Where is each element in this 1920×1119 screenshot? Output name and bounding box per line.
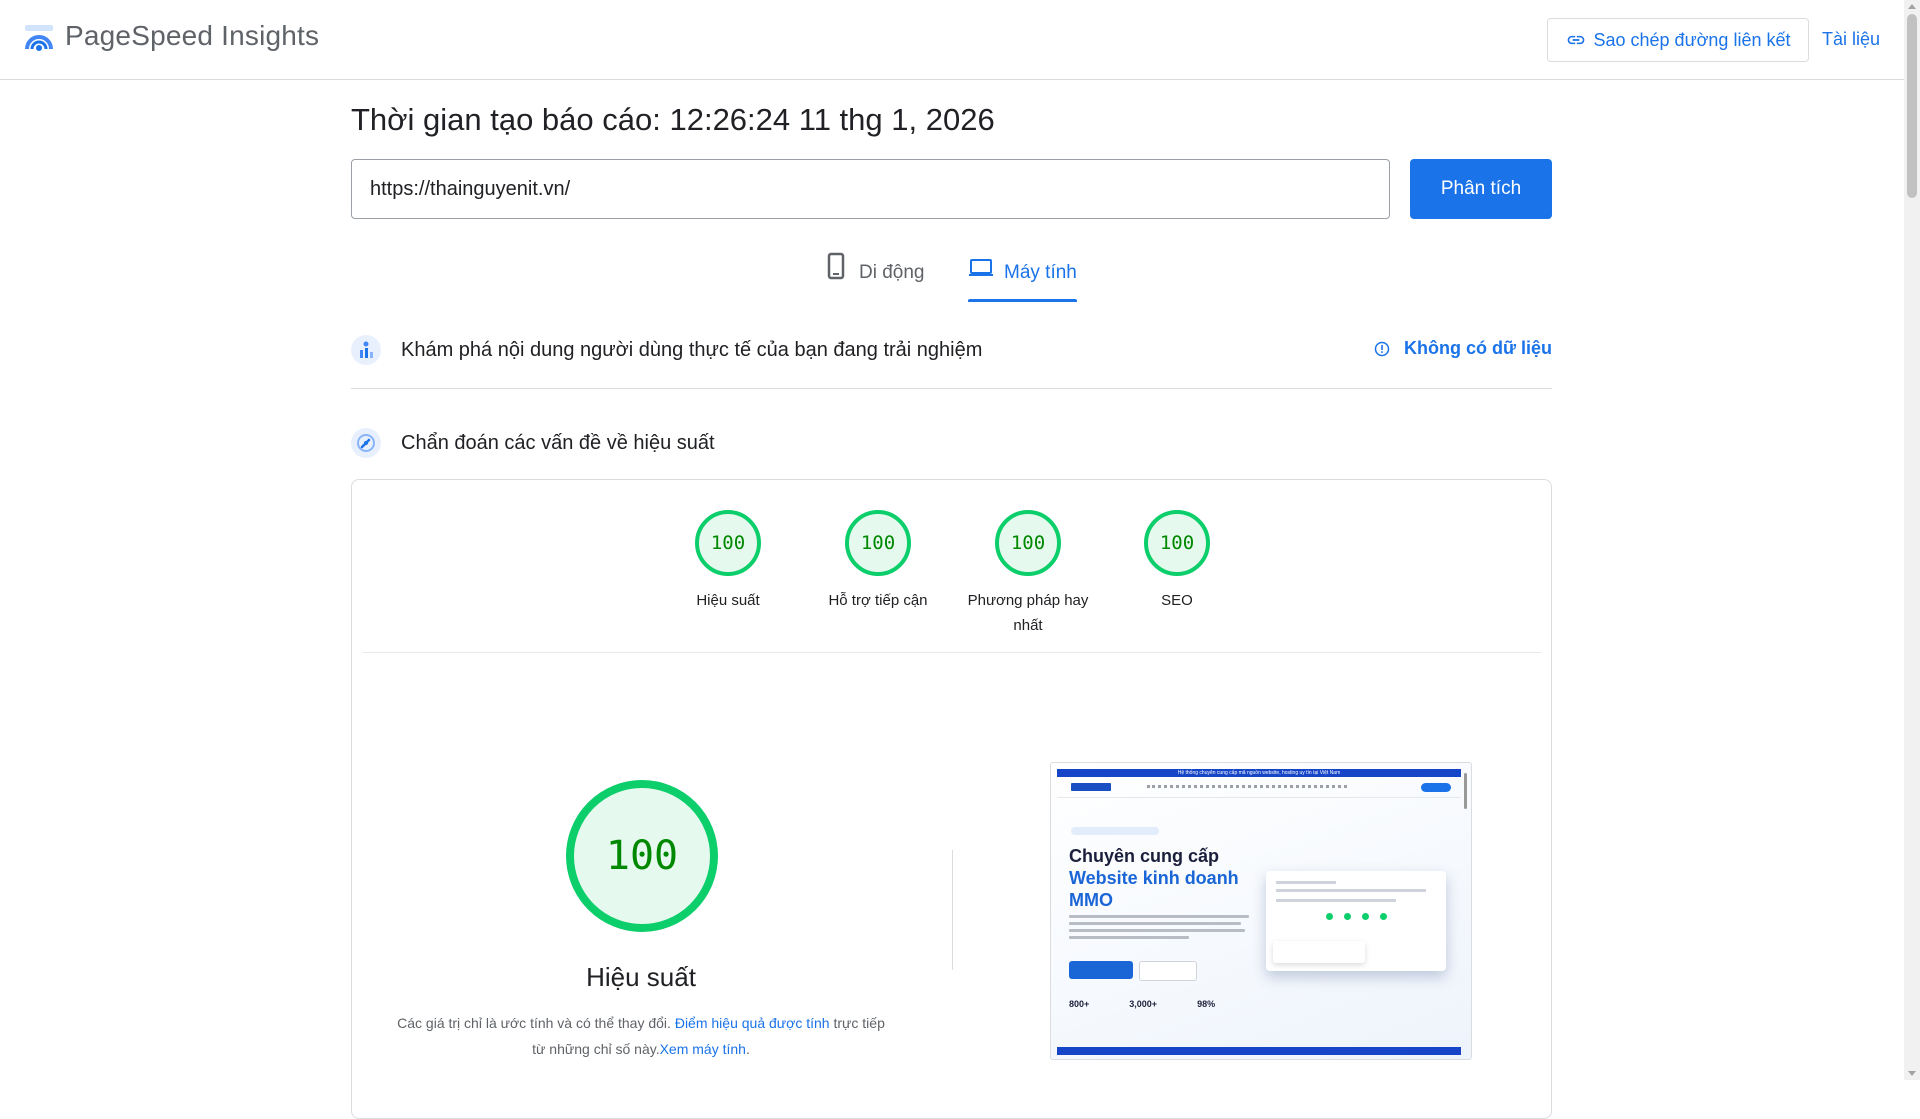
thumb-badge [1273,941,1365,963]
vertical-divider [952,850,953,970]
gauge-seo-score: 100 [1144,510,1210,576]
link-icon [1567,35,1584,45]
brand-title[interactable]: PageSpeed Insights [65,20,319,52]
tab-mobile-label: Di động [859,262,925,283]
thumb-primary-button [1069,961,1133,979]
tab-desktop[interactable]: Máy tính [968,252,1077,302]
diagnostics-text: Chẩn đoán các vấn đề về hiệu suất [401,431,715,454]
gauge-seo[interactable]: 100 SEO [1112,510,1242,613]
tab-desktop-label: Máy tính [1004,262,1077,283]
thumb-pill [1071,827,1159,835]
gauge-best-practices-label: Phương pháp hay nhất [967,592,1089,634]
note-text-before: Các giá trị chỉ là ước tính và có thể th… [397,1015,675,1031]
thumb-menu [1147,785,1347,791]
real-user-experience-section: Khám phá nội dung người dùng thực tế của… [351,330,1552,370]
diagnostics-section: Chẩn đoán các vấn đề về hiệu suất [351,423,1552,463]
analyze-button[interactable]: Phân tích [1410,159,1552,219]
performance-note: Các giá trị chỉ là ước tính và có thể th… [392,1010,890,1062]
gauge-accessibility[interactable]: 100 Hỗ trợ tiếp cận [813,510,943,613]
docs-link[interactable]: Tài liệu [1822,29,1880,50]
scroll-down-arrow-icon[interactable] [1908,1071,1916,1076]
gauge-seo-label: SEO [1161,592,1193,609]
thumb-site-logo [1071,783,1111,791]
final-screenshot-thumbnail[interactable]: Hệ thống chuyên cung cấp mã nguồn websit… [1050,762,1472,1060]
crux-chart-icon [351,335,381,365]
gauge-performance-score: 100 [695,510,761,576]
real-user-experience-text: Khám phá nội dung người dùng thực tế của… [401,338,983,361]
top-header: PageSpeed Insights Sao chép đường liên k… [0,0,1904,80]
thumb-paragraph [1069,915,1249,943]
url-input[interactable] [351,159,1390,219]
gauge-performance[interactable]: 100 Hiệu suất [663,510,793,613]
score-calc-link[interactable]: Điểm hiệu quả được tính [675,1015,830,1031]
thumb-secondary-button [1139,961,1197,981]
gauge-best-practices-score: 100 [995,510,1061,576]
thumb-heading-line1: Chuyên cung cấp [1069,846,1220,866]
thumb-stat-3: 98% [1197,999,1216,1009]
scroll-up-arrow-icon[interactable] [1908,4,1916,9]
category-gauges: 100 Hiệu suất 100 Hỗ trợ tiếp cận 100 Ph… [352,510,1551,640]
thumb-heading: Chuyên cung cấp Website kinh doanh MMO [1069,845,1239,911]
laptop-icon [969,259,993,276]
tab-mobile[interactable]: Di động [823,252,925,302]
thumb-heading-line3: MMO [1069,890,1113,910]
thumb-stats: 800+ 3,000+ 98% [1069,999,1215,1009]
section-divider [351,388,1552,389]
gauge-performance-label: Hiệu suất [696,592,760,609]
pagespeed-logo-icon[interactable] [23,23,55,55]
performance-title: Hiệu suất [586,962,696,992]
note-text-end: . [745,1041,750,1057]
device-tabs: Di động Máy tính [0,252,1904,302]
copy-link-label: Sao chép đường liên kết [1593,29,1791,50]
gauge-accessibility-label: Hỗ trợ tiếp cận [828,592,928,609]
performance-big-gauge: 100 [566,780,718,932]
gauge-accessibility-score: 100 [845,510,911,576]
thumb-stat-2: 3,000+ [1129,999,1158,1009]
thumb-bottom-bar [1057,1047,1461,1055]
copy-link-button[interactable]: Sao chép đường liên kết [1547,18,1809,62]
thumb-heading-line2: Website kinh doanh [1069,868,1239,888]
lighthouse-report-card: 100 Hiệu suất 100 Hỗ trợ tiếp cận 100 Ph… [351,479,1552,1119]
no-data-link[interactable]: Không có dữ liệu [1374,338,1552,359]
thumb-stat-1: 800+ [1069,999,1090,1009]
view-calculator-link[interactable]: Xem máy tính [660,1041,746,1057]
card-divider [362,652,1541,653]
page-scrollbar[interactable] [1904,0,1920,1080]
no-data-label: Không có dữ liệu [1403,338,1552,358]
phone-icon [827,252,845,280]
thumb-cta [1421,783,1451,792]
lighthouse-gauge-icon [351,428,381,458]
thumb-nav [1057,779,1461,798]
thumb-scrollbar [1464,773,1467,809]
report-time-heading: Thời gian tạo báo cáo: 12:26:24 11 thg 1… [351,102,995,137]
gauge-best-practices[interactable]: 100 Phương pháp hay nhất [963,510,1093,638]
thumb-top-bar: Hệ thống chuyên cung cấp mã nguồn websit… [1057,769,1461,777]
info-icon [1374,341,1390,356]
scrollbar-thumb[interactable] [1907,14,1917,198]
